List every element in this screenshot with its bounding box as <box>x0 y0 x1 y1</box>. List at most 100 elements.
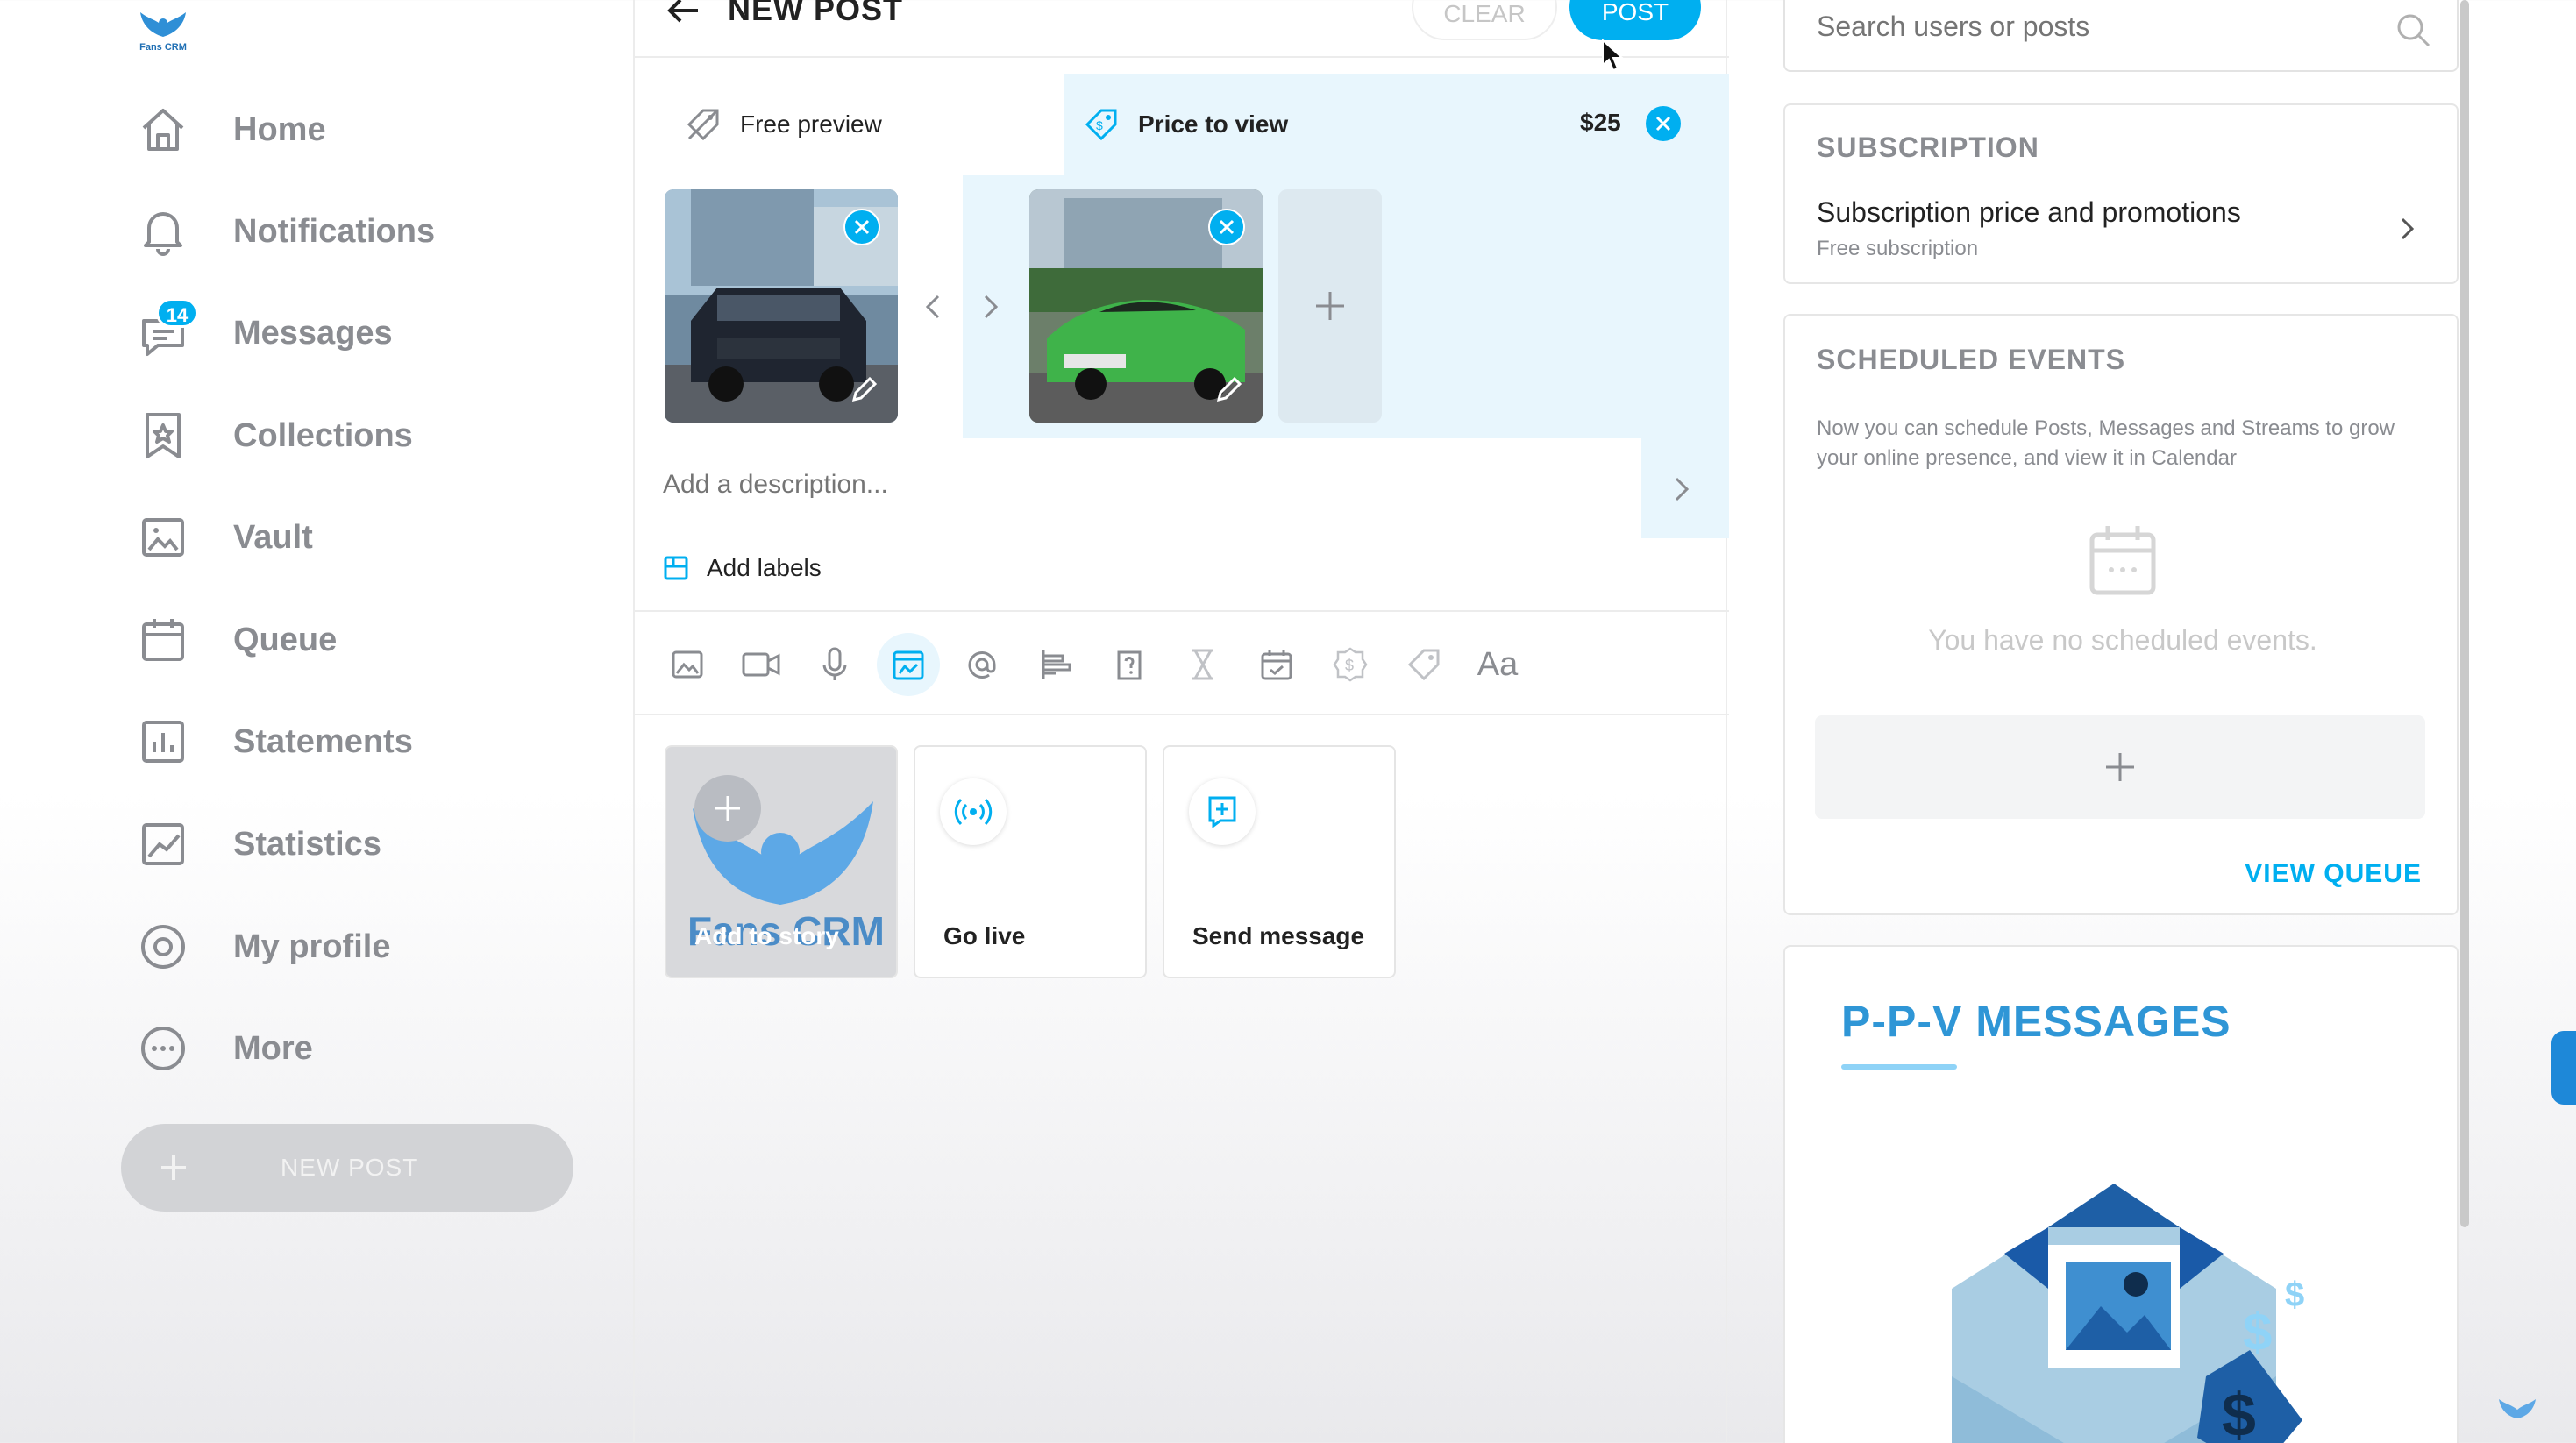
calendar-icon <box>132 608 195 672</box>
svg-text:$: $ <box>1096 118 1103 132</box>
add-to-story-card[interactable]: Fans CRM Add to story <box>665 745 898 978</box>
text-format-tool[interactable]: Aa <box>1466 633 1529 696</box>
image-icon <box>132 506 195 569</box>
add-scheduled-event-button[interactable] <box>1815 715 2425 819</box>
add-audio-tool[interactable] <box>803 633 866 696</box>
add-video-tool[interactable] <box>729 633 793 696</box>
fundraising-tool[interactable]: $ <box>1319 633 1382 696</box>
ppv-underline <box>1841 1064 1957 1070</box>
edit-pencil-icon[interactable] <box>1212 372 1247 407</box>
bird-logo-icon <box>140 12 186 37</box>
logo-text: Fans CRM <box>139 42 187 53</box>
sidebar-item-statistics[interactable]: Statistics <box>132 809 587 879</box>
sidebar-item-label: Vault <box>233 518 313 556</box>
divider <box>635 714 1729 715</box>
media-thumbnail-green-car[interactable] <box>1029 189 1263 423</box>
page-title: NEW POST <box>728 0 904 27</box>
price-tag-tool[interactable] <box>1392 633 1455 696</box>
ppv-messages-banner[interactable]: P-P-V MESSAGES $ $ $ <box>1783 945 2459 1443</box>
microphone-icon <box>822 647 847 680</box>
brand-logo[interactable]: Fans CRM <box>133 7 193 56</box>
sidebar-item-queue[interactable]: Queue <box>132 605 587 675</box>
mention-tool[interactable] <box>950 633 1014 696</box>
add-image-tool[interactable] <box>656 633 719 696</box>
sidebar: Fans CRM Home Notifications 14 Messages … <box>0 0 633 1443</box>
sidebar-item-collections[interactable]: Collections <box>132 401 587 471</box>
envelope-dollar-illustration: $ $ $ <box>1917 1157 2338 1443</box>
calendar-icon <box>2083 521 2162 600</box>
sidebar-item-label: Notifications <box>233 212 436 250</box>
video-camera-icon <box>742 652 780 677</box>
sidebar-item-label: My profile <box>233 928 391 965</box>
vault-media-tool[interactable] <box>877 633 940 696</box>
go-live-card[interactable]: Go live <box>914 745 1147 978</box>
subscription-title[interactable]: Subscription price and promotions <box>1817 196 2241 229</box>
post-button[interactable]: POST <box>1569 0 1701 40</box>
send-message-label: Send message <box>1192 922 1365 949</box>
back-arrow-icon[interactable] <box>663 0 705 28</box>
bookmark-star-icon <box>132 404 195 467</box>
search-box[interactable] <box>1783 0 2459 72</box>
price-tag-icon: $ <box>1085 109 1117 141</box>
schedule-tool[interactable] <box>1245 633 1308 696</box>
sidebar-item-notifications[interactable]: Notifications <box>132 196 587 267</box>
add-media-button[interactable] <box>1278 189 1382 423</box>
chevron-right-icon[interactable] <box>973 289 1008 324</box>
sidebar-item-label: Statements <box>233 722 413 760</box>
sidebar-item-my-profile[interactable]: My profile <box>132 912 587 982</box>
free-preview-option[interactable]: Free preview <box>684 103 882 146</box>
search-icon[interactable] <box>2394 11 2432 49</box>
side-help-tab[interactable] <box>2551 1031 2576 1105</box>
remove-media-icon[interactable] <box>1208 209 1245 245</box>
clear-button[interactable]: CLEAR <box>1412 0 1557 40</box>
new-post-button[interactable]: NEW POST <box>121 1124 573 1212</box>
plus-icon <box>694 775 761 842</box>
sidebar-item-home[interactable]: Home <box>132 95 587 165</box>
clear-price-icon[interactable] <box>1645 105 1682 142</box>
poll-icon <box>1042 650 1071 679</box>
divider <box>635 610 1729 612</box>
add-to-story-label: Add to story <box>694 922 839 949</box>
search-input[interactable] <box>1817 11 2378 43</box>
sidebar-item-messages[interactable]: 14 Messages <box>132 298 587 368</box>
hourglass-icon <box>1192 649 1213 680</box>
user-circle-icon <box>132 915 195 978</box>
svg-text:$: $ <box>2285 1276 2304 1314</box>
scheduled-events-heading: SCHEDULED EVENTS <box>1817 344 2126 375</box>
ppv-title: P-P-V MESSAGES <box>1841 997 2231 1046</box>
remove-media-icon[interactable] <box>843 209 880 245</box>
scheduled-events-description: Now you can schedule Posts, Messages and… <box>1817 416 2395 470</box>
bell-icon <box>132 200 195 263</box>
line-chart-icon <box>132 813 195 876</box>
chevron-right-icon[interactable] <box>1664 472 1699 507</box>
sidebar-item-label: Statistics <box>233 825 381 863</box>
media-thumbnail-suv[interactable] <box>665 189 898 423</box>
vault-image-icon <box>893 650 924 680</box>
home-icon <box>132 98 195 161</box>
subscription-panel: SUBSCRIPTION Subscription price and prom… <box>1783 103 2459 284</box>
svg-text:$: $ <box>2243 1303 2272 1361</box>
quiz-tool[interactable] <box>1098 633 1161 696</box>
edit-pencil-icon[interactable] <box>847 372 882 407</box>
bar-chart-icon <box>132 710 195 773</box>
composer-toolbar: $ Aa <box>656 633 1540 696</box>
chevron-right-icon[interactable] <box>2392 214 2422 244</box>
post-composer: NEW POST CLEAR POST Free preview $ Price… <box>633 0 1729 1443</box>
chevron-left-icon[interactable] <box>915 289 950 324</box>
sidebar-item-statements[interactable]: Statements <box>132 707 587 777</box>
sidebar-item-more[interactable]: More <box>132 1013 587 1084</box>
view-queue-link[interactable]: VIEW QUEUE <box>2245 859 2422 889</box>
price-to-view-option[interactable]: $ Price to view <box>1082 103 1288 146</box>
subscription-heading: SUBSCRIPTION <box>1817 132 2039 163</box>
price-tag-icon <box>1407 649 1440 681</box>
description-input[interactable] <box>663 470 1592 500</box>
poll-tool[interactable] <box>1024 633 1087 696</box>
sidebar-item-vault[interactable]: Vault <box>132 502 587 572</box>
send-message-card[interactable]: Send message <box>1163 745 1396 978</box>
more-dots-icon <box>132 1017 195 1080</box>
add-labels-button[interactable]: Add labels <box>663 554 822 582</box>
no-events-text: You have no scheduled events. <box>1928 624 2317 656</box>
scrollbar[interactable] <box>2460 0 2469 1227</box>
add-message-icon <box>1189 778 1256 845</box>
expiration-tool[interactable] <box>1171 633 1235 696</box>
